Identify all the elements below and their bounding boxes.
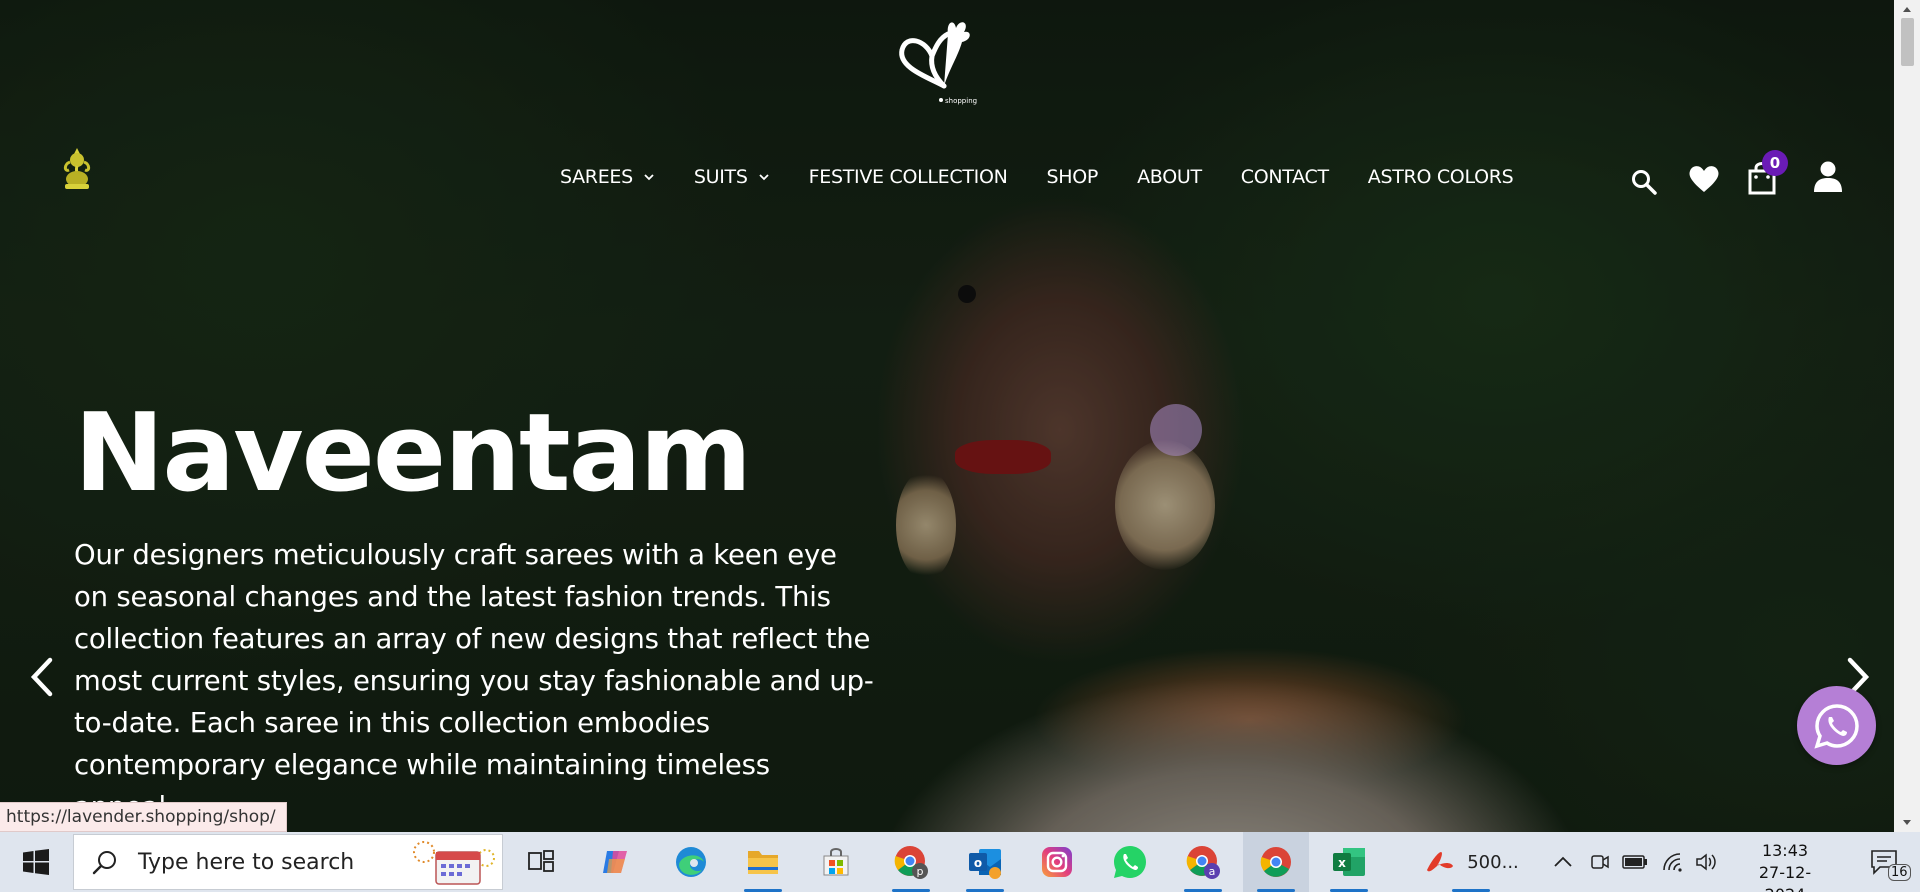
hero-description: Our designers meticulously craft sarees …	[74, 539, 874, 823]
whatsapp-icon	[1114, 846, 1146, 878]
svg-text:a: a	[1209, 865, 1216, 878]
edge-icon	[676, 847, 706, 877]
status-bar-url: https://lavender.shopping/shop/	[0, 802, 287, 832]
whatsapp-chat-button[interactable]	[1797, 686, 1876, 765]
scroll-up-arrow-icon[interactable]	[1894, 2, 1920, 16]
nav-sarees[interactable]: SAREES	[560, 166, 655, 188]
heart-icon[interactable]	[1688, 164, 1720, 199]
svg-text:p: p	[917, 865, 924, 878]
excel-icon: x	[1333, 848, 1365, 876]
battery-icon	[1622, 855, 1647, 869]
scrollbar-thumb[interactable]	[1901, 18, 1914, 66]
browser-viewport: shopping SAREES SUITS FESTIVE COLLECTION…	[0, 0, 1920, 832]
taskbar-clock[interactable]: 13:43 27-12-2024	[1740, 840, 1830, 892]
chrome-icon: p	[894, 846, 928, 879]
clock-time: 13:43	[1761, 841, 1809, 860]
whatsapp-app[interactable]	[1097, 832, 1163, 892]
chevron-down-icon	[644, 174, 654, 181]
calendar-illustration-icon	[413, 841, 495, 885]
nav-suits[interactable]: SUITS	[694, 166, 770, 188]
cursor-highlight	[1150, 404, 1202, 456]
nav-contact[interactable]: CONTACT	[1241, 166, 1329, 188]
file-explorer-app[interactable]	[730, 832, 796, 892]
speaker-icon	[1696, 853, 1716, 871]
site-logo[interactable]: shopping	[892, 16, 988, 108]
nav-astro-colors[interactable]: ASTRO COLORS	[1368, 166, 1514, 188]
acrobat-icon	[1427, 852, 1454, 872]
chrome-app-active[interactable]	[1243, 832, 1309, 892]
start-button[interactable]	[0, 832, 72, 892]
windows-logo-icon	[23, 849, 49, 875]
cart-count-badge: 0	[1762, 150, 1788, 176]
copilot-app[interactable]	[583, 832, 649, 892]
main-navigation: SAREES SUITS FESTIVE COLLECTION SHOP ABO…	[560, 160, 1552, 194]
logo-caption: shopping	[945, 97, 977, 105]
acrobat-app[interactable]: 500...	[1412, 832, 1532, 892]
nav-suits-label: SUITS	[693, 166, 748, 188]
network-status[interactable]	[1658, 832, 1688, 892]
clock-date: 27-12-2024	[1758, 863, 1812, 892]
search-icon[interactable]	[1630, 168, 1658, 201]
wifi-icon	[1663, 853, 1682, 872]
chevron-down-icon	[759, 174, 769, 181]
slider-prev-button[interactable]	[22, 652, 62, 702]
notifications-button[interactable]: 16	[1850, 832, 1918, 892]
chrome-icon: a	[1186, 846, 1220, 879]
scroll-down-arrow-icon[interactable]	[1894, 816, 1920, 830]
taskbar: Type here to search p o a x 500... 13:43…	[0, 832, 1920, 892]
task-view-button[interactable]	[508, 832, 574, 892]
store-icon	[823, 848, 849, 876]
chrome-profile-p-app[interactable]: p	[878, 832, 944, 892]
task-view-icon	[528, 850, 554, 872]
instagram-icon	[1042, 847, 1072, 877]
meet-now-icon	[1591, 855, 1609, 869]
chevron-up-icon	[1554, 856, 1572, 867]
chrome-profile-a-app[interactable]: a	[1170, 832, 1236, 892]
search-placeholder: Type here to search	[138, 849, 355, 875]
folder-icon	[748, 851, 778, 874]
outlook-icon: o	[969, 849, 1001, 879]
battery-status[interactable]	[1620, 832, 1650, 892]
volume-control[interactable]	[1692, 832, 1722, 892]
instagram-app[interactable]	[1024, 832, 1090, 892]
outlook-app[interactable]: o	[952, 832, 1018, 892]
notification-count-badge: 16	[1888, 864, 1911, 881]
nav-festive-collection[interactable]: FESTIVE COLLECTION	[809, 166, 1008, 188]
whatsapp-icon	[1813, 703, 1859, 749]
ganesha-emblem-icon[interactable]	[60, 146, 94, 190]
excel-app[interactable]: x	[1316, 832, 1382, 892]
edge-app[interactable]	[658, 832, 724, 892]
hero-title: Naveentam	[74, 391, 752, 516]
taskbar-search-box[interactable]: Type here to search	[73, 834, 503, 890]
nav-sarees-label: SAREES	[560, 166, 633, 188]
copilot-icon	[603, 851, 627, 873]
svg-text:o: o	[974, 856, 982, 870]
svg-text:x: x	[1338, 856, 1346, 870]
page-scrollbar[interactable]	[1894, 0, 1920, 832]
search-icon	[92, 851, 116, 875]
user-icon[interactable]	[1813, 160, 1843, 197]
microsoft-store-app[interactable]	[803, 832, 869, 892]
acrobat-label: 500...	[1467, 851, 1519, 873]
meet-now-button[interactable]	[1586, 832, 1614, 892]
show-hidden-icons-button[interactable]	[1548, 832, 1578, 892]
nav-about[interactable]: ABOUT	[1137, 166, 1202, 188]
nav-shop[interactable]: SHOP	[1047, 166, 1099, 188]
chrome-icon	[1260, 847, 1291, 877]
